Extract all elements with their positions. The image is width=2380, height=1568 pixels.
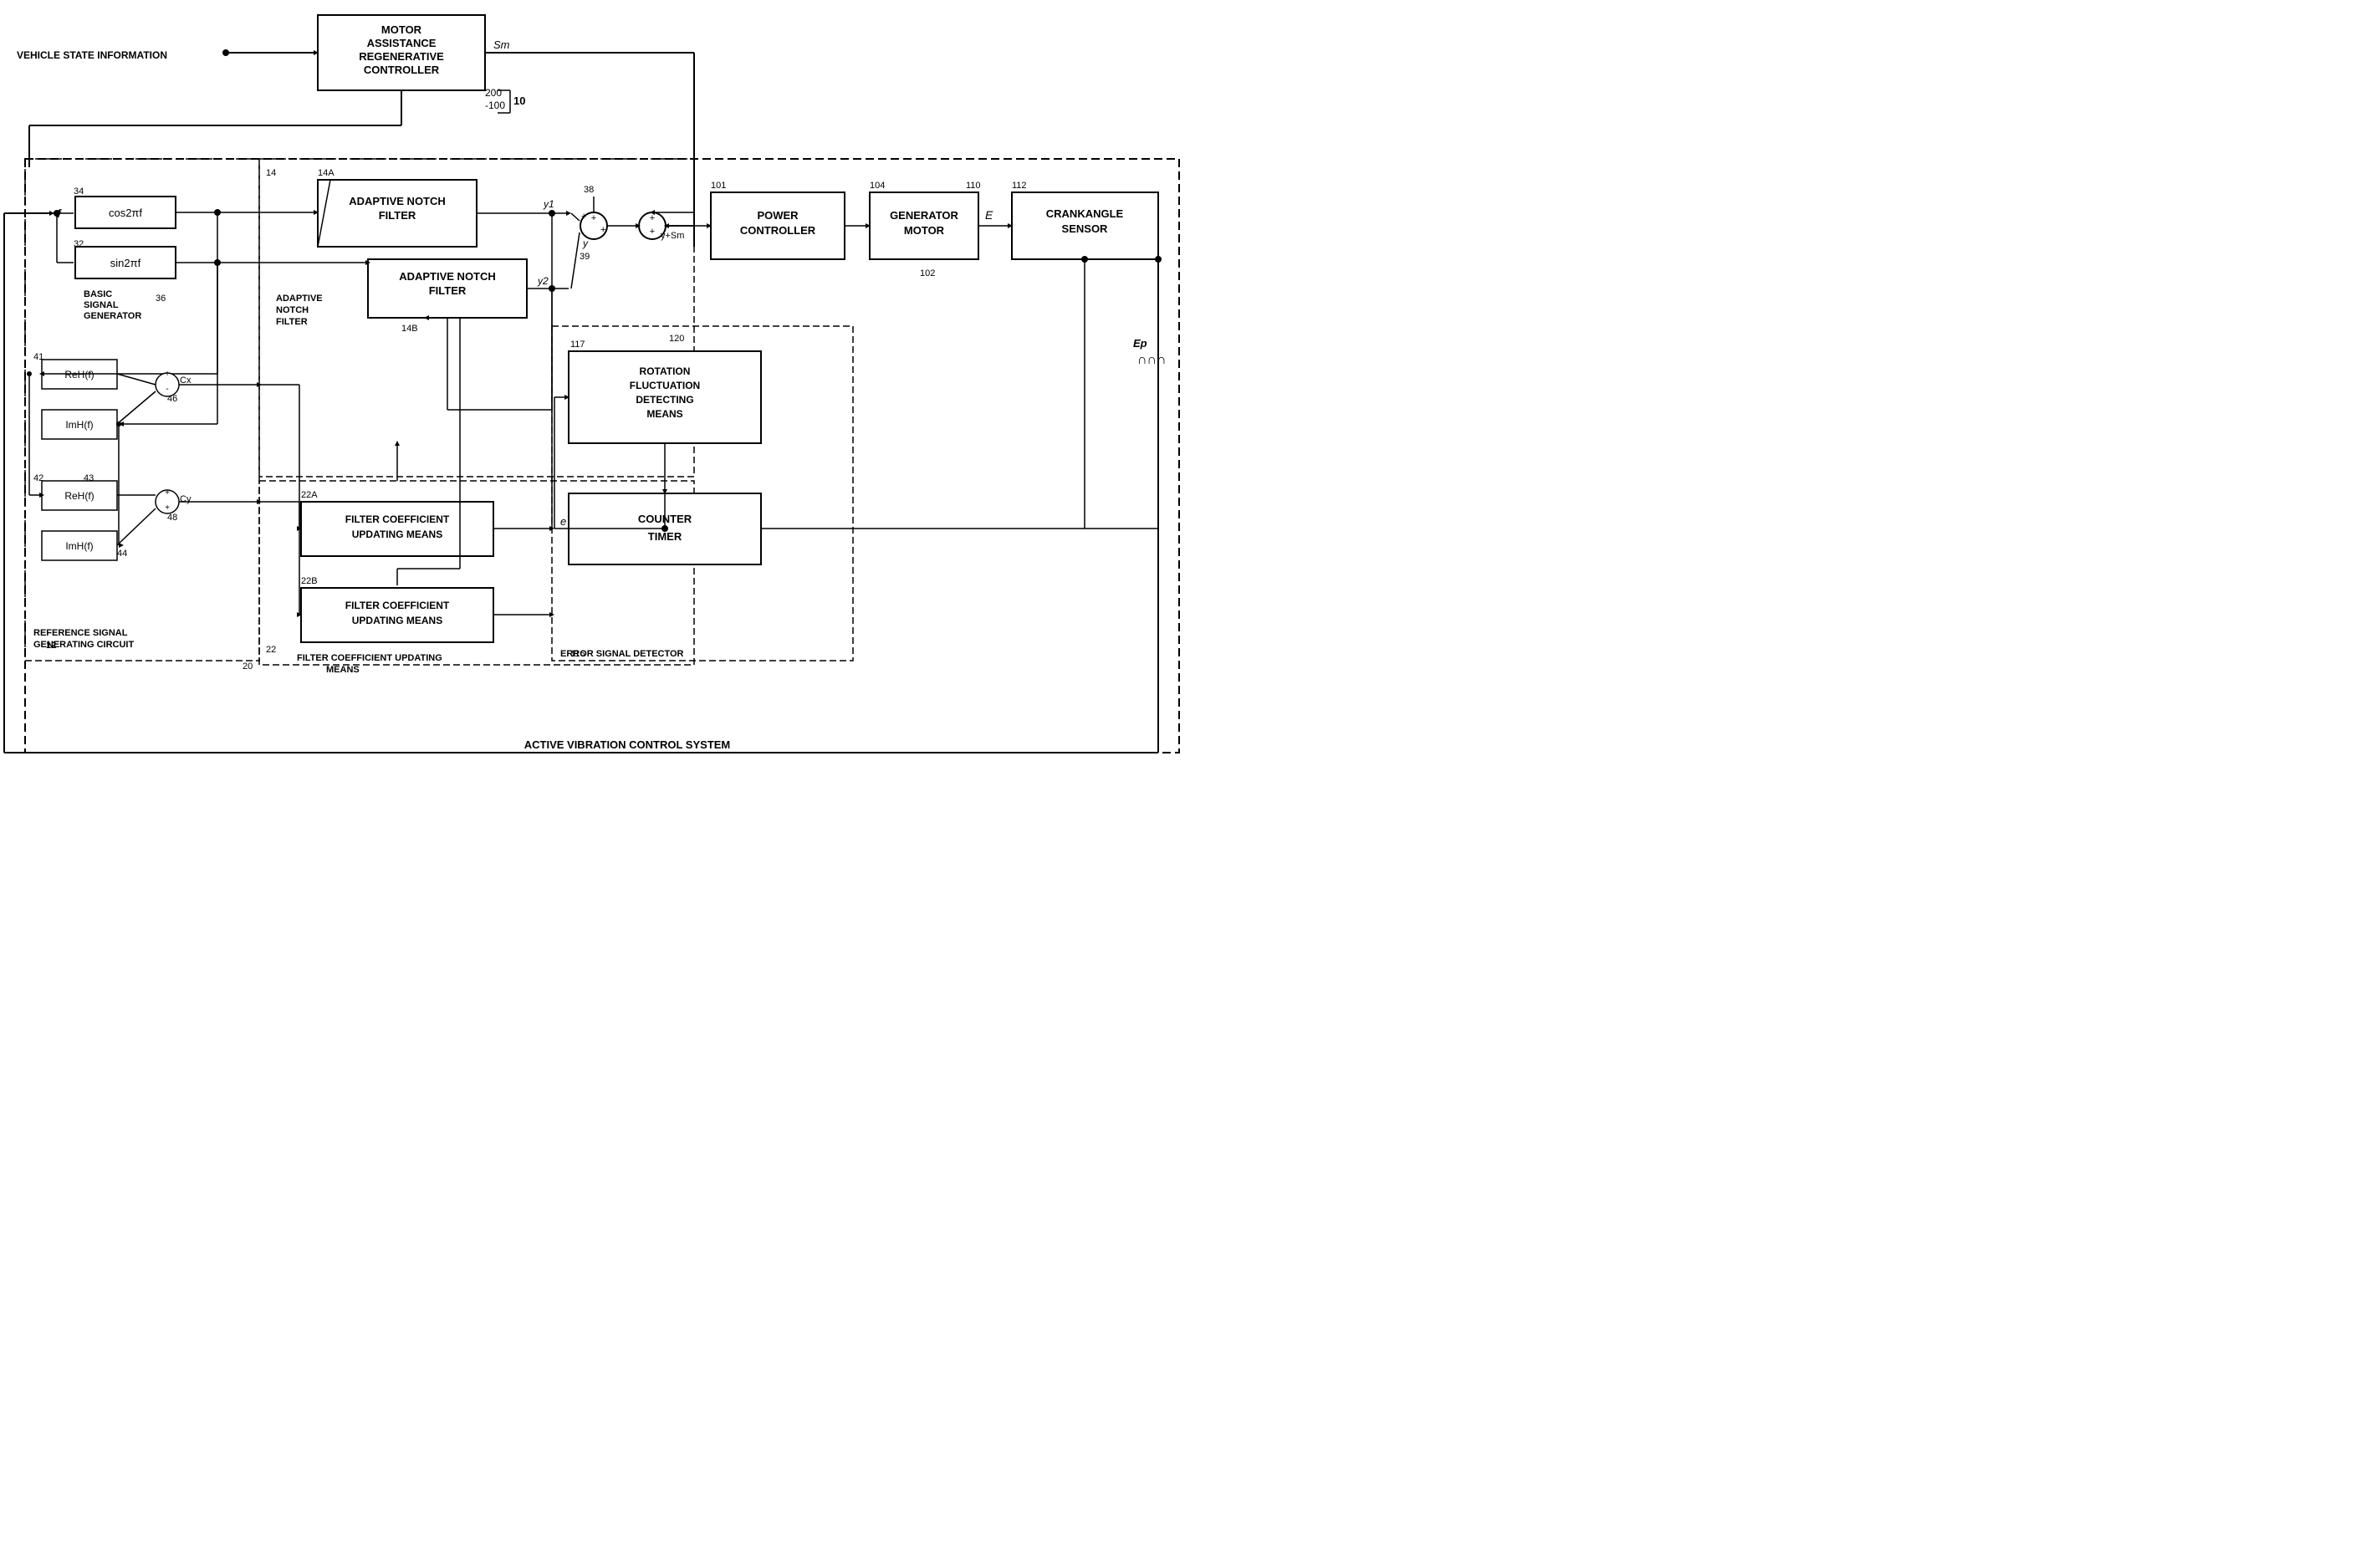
svg-text:NOTCH: NOTCH — [276, 305, 309, 315]
reh2-label: ReH(f) — [64, 490, 94, 502]
anf14a-label: ADAPTIVE NOTCH — [349, 195, 446, 207]
anf-main-label: ADAPTIVE — [276, 294, 323, 304]
n38-label: 38 — [584, 185, 594, 195]
n116-label: 116 — [570, 649, 585, 659]
n46-label: 46 — [167, 394, 177, 404]
svg-text:-: - — [166, 385, 168, 394]
svg-text:DETECTING: DETECTING — [636, 394, 693, 406]
cy-label: Cy — [180, 494, 192, 504]
n14a-label: 14A — [318, 168, 335, 178]
anf14b-label: ADAPTIVE NOTCH — [399, 270, 496, 283]
y1-label: y1 — [543, 198, 554, 210]
n117-label: 117 — [570, 340, 585, 350]
svg-text:+: + — [600, 225, 605, 235]
svg-text:CONTROLLER: CONTROLLER — [740, 224, 816, 237]
n34-label: 34 — [74, 186, 84, 197]
imh1-label: ImH(f) — [65, 419, 93, 431]
sm-label: Sm — [493, 38, 510, 51]
n20-label: 20 — [243, 661, 253, 672]
svg-text:CONTROLLER: CONTROLLER — [364, 64, 440, 76]
svg-text:FLUCTUATION: FLUCTUATION — [630, 380, 700, 391]
n112-label: 112 — [1012, 181, 1027, 191]
svg-text:MOTOR: MOTOR — [904, 224, 945, 237]
fc-updating-label: FILTER COEFFICIENT UPDATING — [297, 653, 442, 663]
n10-label: 10 — [513, 94, 525, 107]
reh1-label: ReH(f) — [64, 369, 94, 381]
n22-label: 22 — [266, 645, 276, 655]
svg-text:FILTER: FILTER — [429, 284, 467, 297]
sin2pif-label: sin2πf — [110, 257, 141, 269]
ep-waveform: ∩∩∩ — [1137, 353, 1167, 367]
diagram: MOTOR ASSISTANCE REGENERATIVE CONTROLLER… — [0, 0, 1190, 784]
active-vibration-label: ACTIVE VIBRATION CONTROL SYSTEM — [524, 738, 731, 751]
basic-signal-label: BASIC — [84, 289, 112, 299]
svg-text:+: + — [165, 488, 170, 498]
ysm-label: y+Sm — [661, 231, 684, 241]
svg-text:+: + — [591, 213, 596, 223]
svg-text:GENERATOR: GENERATOR — [84, 311, 141, 321]
motor-controller-label: MOTOR — [381, 23, 422, 36]
svg-text:SENSOR: SENSOR — [1062, 222, 1109, 235]
svg-text:FILTER: FILTER — [379, 209, 416, 222]
svg-text:GENERATING CIRCUIT: GENERATING CIRCUIT — [33, 640, 134, 650]
n14-label: 14 — [266, 168, 276, 178]
svg-text:MEANS: MEANS — [326, 665, 360, 675]
n120-label: 120 — [669, 334, 684, 344]
crankangle-label: CRANKANGLE — [1046, 207, 1124, 220]
n14b-label: 14B — [401, 324, 418, 334]
svg-text:+: + — [581, 212, 586, 222]
n43-label: 43 — [84, 473, 94, 483]
n44-label: 44 — [117, 549, 127, 559]
svg-text:REGENERATIVE: REGENERATIVE — [359, 50, 444, 63]
svg-text:SIGNAL: SIGNAL — [84, 300, 119, 310]
generator-motor-label: GENERATOR — [890, 209, 958, 222]
svg-text:TIMER: TIMER — [648, 530, 682, 543]
fc22a-label: FILTER COEFFICIENT — [345, 513, 450, 525]
n39-label: 39 — [580, 252, 590, 262]
n200-label: 200 — [485, 87, 502, 99]
imh2-label: ImH(f) — [65, 540, 93, 552]
svg-text:+: + — [650, 213, 655, 223]
n48-label: 48 — [167, 513, 177, 523]
n100-label: -100 — [485, 100, 505, 111]
n22a-label: 22A — [301, 490, 318, 500]
n110-label: 110 — [966, 181, 981, 191]
n41-label: 41 — [33, 352, 43, 362]
y-label: y — [582, 237, 589, 249]
rot-fluct-label: ROTATION — [640, 365, 691, 377]
vehicle-state-label: VEHICLE STATE INFORMATION — [17, 49, 167, 61]
n22b-label: 22B — [301, 576, 318, 586]
svg-text:+: + — [650, 227, 655, 237]
y2-label: y2 — [537, 275, 549, 287]
n42-label: 42 — [33, 473, 43, 483]
svg-text:UPDATING MEANS: UPDATING MEANS — [352, 529, 442, 540]
ref-signal-label: REFERENCE SIGNAL — [33, 628, 128, 638]
n32-label: 32 — [74, 239, 84, 249]
cx-label: Cx — [180, 375, 192, 386]
svg-text:+: + — [165, 370, 170, 379]
power-controller-label: POWER — [757, 209, 799, 222]
svg-text:MEANS: MEANS — [646, 408, 682, 420]
e-signal-label: e — [560, 515, 566, 528]
n101-label: 101 — [711, 181, 726, 191]
svg-text:FILTER: FILTER — [276, 317, 308, 327]
n36-label: 36 — [156, 294, 166, 304]
e-label: E — [985, 208, 993, 222]
n104-label: 104 — [870, 181, 885, 191]
svg-text:ASSISTANCE: ASSISTANCE — [367, 37, 437, 49]
svg-text:UPDATING MEANS: UPDATING MEANS — [352, 615, 442, 626]
fc22b-label: FILTER COEFFICIENT — [345, 600, 450, 611]
n102-label: 102 — [920, 268, 935, 278]
svg-text:+: + — [165, 503, 170, 513]
ep-label: Ep — [1133, 337, 1147, 350]
cos2pif-label: cos2πf — [109, 207, 142, 219]
